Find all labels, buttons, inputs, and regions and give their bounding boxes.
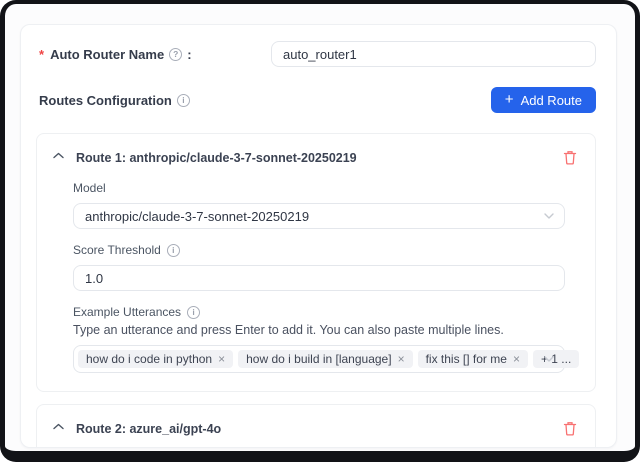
chevron-down-icon bbox=[544, 213, 554, 219]
route-2-panel-header[interactable]: Route 2: azure_ai/gpt-4o bbox=[37, 405, 595, 444]
window-frame: * Auto Router Name ? : Routes Configurat… bbox=[0, 0, 640, 462]
model-select[interactable]: anthropic/claude-3-7-sonnet-20250219 bbox=[73, 203, 565, 229]
info-circle-icon[interactable]: i bbox=[177, 94, 190, 107]
utterances-tags-input[interactable]: how do i code in python × how do i build… bbox=[73, 345, 565, 373]
plus-icon: + bbox=[505, 92, 514, 107]
delete-route-1-button[interactable] bbox=[561, 148, 579, 167]
score-threshold-label: Score Threshold i bbox=[73, 243, 565, 257]
score-threshold-field-group: Score Threshold i bbox=[73, 243, 565, 291]
model-field-group: Model anthropic/claude-3-7-sonnet-202502… bbox=[73, 181, 565, 229]
add-route-button-label: Add Route bbox=[521, 93, 582, 108]
score-threshold-input[interactable] bbox=[73, 265, 565, 291]
route-1-panel: Route 1: anthropic/claude-3-7-sonnet-202… bbox=[36, 133, 596, 392]
score-threshold-label-text: Score Threshold bbox=[73, 243, 161, 257]
label-colon: : bbox=[187, 47, 191, 62]
utterance-tag-text: how do i build in [language] bbox=[246, 352, 391, 366]
info-circle-icon[interactable]: i bbox=[167, 244, 180, 257]
utterance-tag-text: how do i code in python bbox=[86, 352, 212, 366]
trash-icon bbox=[563, 150, 577, 165]
auto-router-name-label: * Auto Router Name ? : bbox=[39, 47, 192, 62]
routes-configuration-label-text: Routes Configuration bbox=[39, 93, 172, 108]
auto-router-name-label-text: Auto Router Name bbox=[50, 47, 164, 62]
utterance-tag-text: fix this [] for me bbox=[426, 352, 507, 366]
auto-router-form-card: * Auto Router Name ? : Routes Configurat… bbox=[20, 24, 617, 448]
utterance-tag: fix this [] for me × bbox=[418, 350, 528, 368]
route-2-title: Route 2: azure_ai/gpt-4o bbox=[76, 422, 221, 436]
info-circle-icon[interactable]: i bbox=[187, 306, 200, 319]
utterance-tag: how do i build in [language] × bbox=[238, 350, 412, 368]
model-select-value: anthropic/claude-3-7-sonnet-20250219 bbox=[85, 209, 309, 224]
routes-configuration-row: Routes Configuration i + Add Route bbox=[36, 87, 596, 113]
question-circle-icon[interactable]: ? bbox=[169, 48, 182, 61]
utterance-tag: how do i code in python × bbox=[78, 350, 233, 368]
example-utterances-label-text: Example Utterances bbox=[73, 305, 181, 319]
route-1-panel-header[interactable]: Route 1: anthropic/claude-3-7-sonnet-202… bbox=[37, 134, 595, 173]
chevron-down-icon bbox=[544, 356, 554, 362]
remove-tag-icon[interactable]: × bbox=[218, 353, 225, 365]
example-utterances-field-group: Example Utterances i Type an utterance a… bbox=[73, 305, 565, 373]
model-label: Model bbox=[73, 181, 565, 195]
remove-tag-icon[interactable]: × bbox=[513, 353, 520, 365]
trash-icon bbox=[563, 421, 577, 436]
collapse-chevron-up-icon[interactable] bbox=[53, 152, 64, 159]
routes-configuration-label: Routes Configuration i bbox=[39, 93, 190, 108]
model-label-text: Model bbox=[73, 181, 106, 195]
route-1-title: Route 1: anthropic/claude-3-7-sonnet-202… bbox=[76, 151, 357, 165]
delete-route-2-button[interactable] bbox=[561, 419, 579, 438]
required-asterisk: * bbox=[39, 47, 44, 62]
auto-router-name-input[interactable] bbox=[271, 41, 596, 67]
collapse-chevron-up-icon[interactable] bbox=[53, 423, 64, 430]
add-route-button[interactable]: + Add Route bbox=[491, 87, 596, 113]
utterances-help-text: Type an utterance and press Enter to add… bbox=[73, 323, 565, 337]
example-utterances-label: Example Utterances i bbox=[73, 305, 565, 319]
remove-tag-icon[interactable]: × bbox=[398, 353, 405, 365]
route-1-panel-body: Model anthropic/claude-3-7-sonnet-202502… bbox=[37, 173, 595, 391]
route-2-panel: Route 2: azure_ai/gpt-4o bbox=[36, 404, 596, 448]
overflow-tag[interactable]: + 1 ... bbox=[533, 350, 579, 368]
auto-router-name-row: * Auto Router Name ? : bbox=[36, 41, 596, 67]
